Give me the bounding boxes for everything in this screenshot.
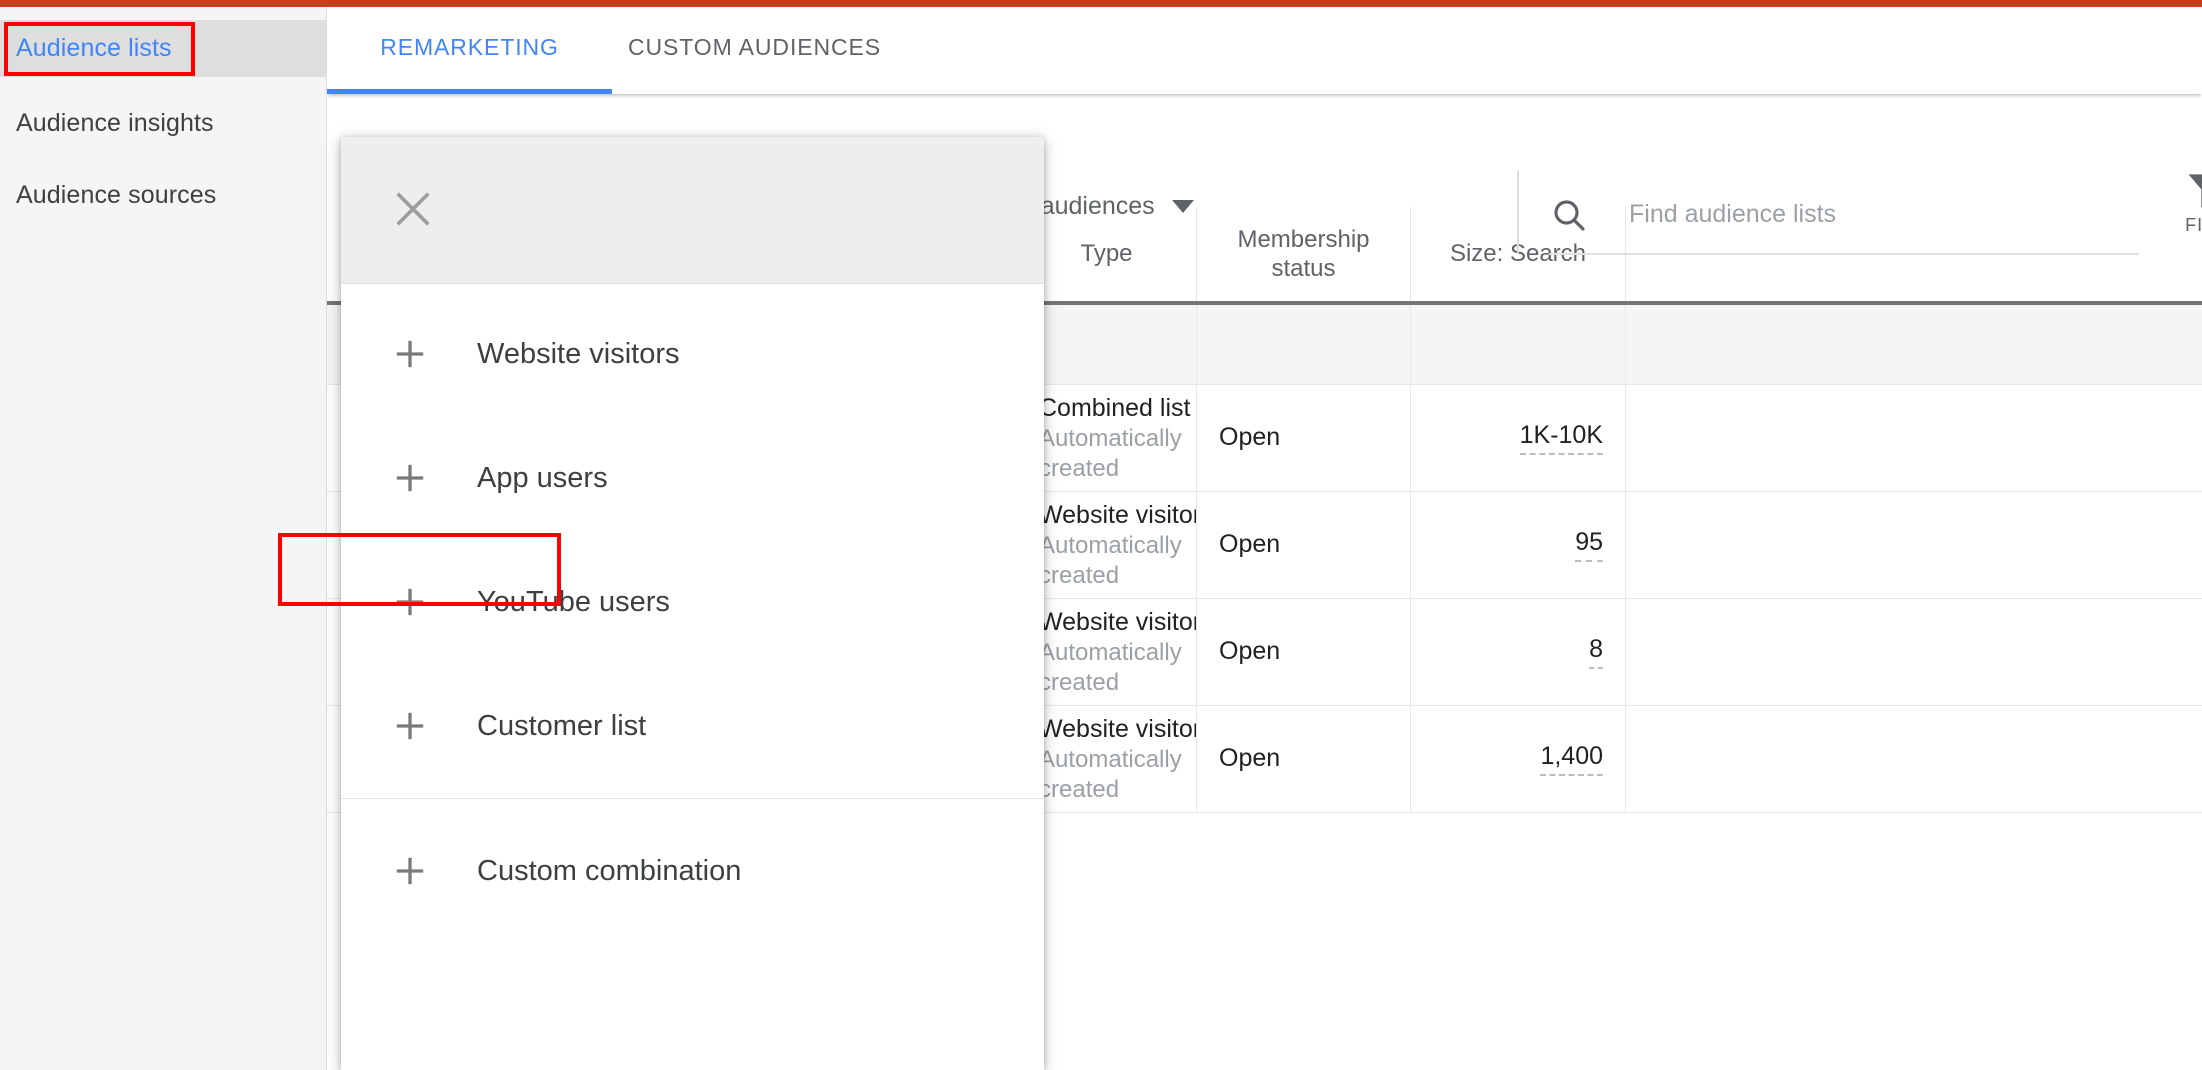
table-header-membership-line1: Membership	[1237, 225, 1370, 253]
row-size-value: 1,400	[1540, 742, 1603, 776]
funnel-icon	[2188, 174, 2202, 208]
sidebar-item-label: Audience lists	[16, 34, 172, 62]
dropdown-item-label: Website visitors	[477, 337, 680, 370]
dropdown-item-label: Customer list	[477, 709, 647, 742]
plus-icon	[396, 464, 424, 492]
row-size-cell: 1,400	[1411, 706, 1626, 812]
sidebar-item-label: Audience sources	[16, 180, 217, 209]
table-header-membership-line2: status	[1271, 255, 1336, 282]
close-icon[interactable]	[392, 188, 434, 230]
row-membership-cell: Open	[1197, 385, 1411, 491]
app-root: Audience lists Audience insights Audienc…	[0, 0, 2202, 1070]
tab-bar: REMARKETING CUSTOM AUDIENCES	[327, 7, 2202, 94]
row-type-main: Website visitors	[1039, 500, 1197, 529]
dropdown-gap	[341, 528, 1044, 552]
dropdown-item-app-users[interactable]: App users	[341, 428, 1044, 528]
search-icon	[1554, 199, 1585, 231]
search-input[interactable]	[1629, 200, 2089, 229]
row-type-sub-2: created	[1039, 668, 1120, 696]
row-type-sub-1: Automatically	[1039, 424, 1182, 452]
dropdown-gap	[341, 776, 1044, 798]
row-type-sub-2: created	[1039, 561, 1120, 589]
tab-custom-audiences[interactable]: CUSTOM AUDIENCES	[612, 7, 897, 94]
summary-cell-overflow	[1626, 305, 2202, 384]
row-membership-cell: Open	[1197, 492, 1411, 598]
toolbar-divider	[1517, 171, 1519, 253]
row-overflow-cell	[1626, 385, 2202, 491]
row-type-cell: Website visitors Automatically created	[1017, 706, 1197, 812]
new-audience-dropdown: Website visitors App users YouTube users	[341, 137, 1044, 1070]
row-overflow-cell	[1626, 706, 2202, 812]
row-type-cell: Website visitors Automatically created	[1017, 492, 1197, 598]
filter-button-label: FILT	[2185, 215, 2202, 235]
row-type-main: Website visitors	[1039, 714, 1197, 743]
dropdown-header	[341, 137, 1044, 284]
dropdown-item-label: Custom combination	[477, 854, 742, 887]
dropdown-item-custom-combination[interactable]: Custom combination	[341, 821, 1044, 921]
row-type-main: Website visitors	[1039, 607, 1197, 636]
summary-cell-type	[1017, 305, 1197, 384]
dropdown-item-list: Website visitors App users YouTube users	[341, 285, 1044, 921]
row-size-cell: 95	[1411, 492, 1626, 598]
summary-cell-size	[1411, 305, 1626, 384]
filter-button[interactable]: FILT	[2170, 167, 2202, 236]
row-type-main: Combined list	[1039, 393, 1191, 422]
dropdown-item-website-visitors[interactable]: Website visitors	[341, 304, 1044, 404]
row-membership-cell: Open	[1197, 706, 1411, 812]
dropdown-item-youtube-users[interactable]: YouTube users	[341, 552, 1044, 652]
row-membership-text: Open	[1219, 637, 1281, 666]
row-type-sub-1: Automatically	[1039, 745, 1182, 773]
table-header-type[interactable]: Type	[1017, 207, 1197, 301]
row-size-cell: 1K-10K	[1411, 385, 1626, 491]
sidebar-item-audience-lists[interactable]: Audience lists	[0, 20, 326, 77]
sidebar-item-audience-insights[interactable]: Audience insights	[0, 96, 326, 150]
row-overflow-cell	[1626, 492, 2202, 598]
row-size-value: 95	[1575, 528, 1603, 562]
sidebar: Audience lists Audience insights Audienc…	[0, 0, 327, 1070]
dropdown-item-label: YouTube users	[477, 585, 670, 618]
row-size-value: 8	[1589, 635, 1603, 669]
row-type-cell: Website visitors Automatically created	[1017, 599, 1197, 705]
row-type-sub-1: Automatically	[1039, 638, 1182, 666]
row-overflow-cell	[1626, 599, 2202, 705]
dropdown-top-spacer	[341, 285, 1044, 304]
active-tab-indicator	[327, 89, 612, 94]
row-type-sub-1: Automatically	[1039, 531, 1182, 559]
sidebar-item-audience-sources[interactable]: Audience sources	[0, 168, 326, 222]
dropdown-gap	[341, 652, 1044, 676]
summary-cell-membership	[1197, 305, 1411, 384]
row-type-sub-2: created	[1039, 775, 1120, 803]
plus-icon	[396, 712, 424, 740]
row-membership-text: Open	[1219, 744, 1281, 773]
row-size-cell: 8	[1411, 599, 1626, 705]
tab-remarketing[interactable]: REMARKETING	[327, 7, 612, 94]
plus-icon	[396, 857, 424, 885]
dropdown-gap	[341, 799, 1044, 821]
row-membership-text: Open	[1219, 530, 1281, 559]
plus-icon	[396, 588, 424, 616]
tab-label: REMARKETING	[380, 34, 559, 60]
search-box[interactable]	[1549, 176, 2139, 255]
table-header-type-label: Type	[1080, 240, 1133, 268]
sidebar-top-strip	[0, 7, 326, 19]
dropdown-item-label: App users	[477, 461, 608, 494]
sidebar-item-label: Audience insights	[16, 108, 214, 137]
row-type-sub-2: created	[1039, 454, 1120, 482]
dropdown-gap	[341, 404, 1044, 428]
tab-label: CUSTOM AUDIENCES	[628, 34, 881, 60]
dropdown-item-customer-list[interactable]: Customer list	[341, 676, 1044, 776]
row-size-value: 1K-10K	[1519, 421, 1603, 455]
plus-icon	[396, 340, 424, 368]
row-membership-cell: Open	[1197, 599, 1411, 705]
table-header-membership-status[interactable]: Membership status	[1197, 207, 1411, 301]
row-membership-text: Open	[1219, 423, 1281, 452]
chevron-down-icon	[1171, 200, 1194, 213]
row-type-cell: Combined list Automatically created	[1017, 385, 1197, 491]
top-accent-bar	[0, 0, 2202, 7]
